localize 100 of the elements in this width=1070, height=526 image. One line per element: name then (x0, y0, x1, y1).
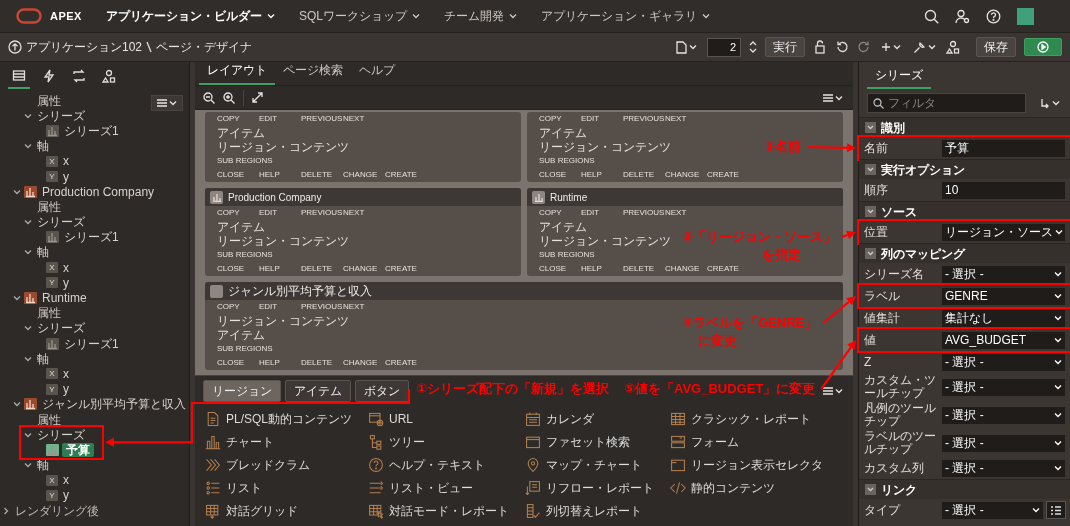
tree-item[interactable]: x (61, 154, 71, 169)
chevron-down-icon[interactable] (24, 142, 32, 151)
expand-icon[interactable] (252, 92, 263, 103)
collapse-toggle[interactable] (865, 484, 876, 495)
gallery-item[interactable]: ファセット検索 (546, 433, 630, 451)
page-button[interactable] (674, 38, 699, 56)
tree-item[interactable]: 属性 (35, 93, 63, 108)
tab[interactable]: ボタン (355, 380, 409, 402)
logo-icon[interactable] (16, 8, 42, 24)
tree-item[interactable]: シリーズ (35, 215, 87, 230)
select-field[interactable]: - 選択 - (941, 264, 1066, 284)
zoom-out-icon[interactable] (203, 91, 215, 104)
collapse-toggle[interactable] (865, 122, 876, 133)
tree-item[interactable]: 軸 (35, 245, 51, 260)
tree-item[interactable]: 属性 (35, 199, 63, 214)
tab[interactable]: レイアウト (199, 57, 275, 85)
select-field[interactable]: - 選択 - (941, 405, 1066, 425)
gallery-item[interactable]: クラシック・レポート (691, 410, 811, 428)
tree-item[interactable]: x (61, 366, 71, 381)
tree-item[interactable]: シリーズ1 (62, 123, 121, 138)
gallery-item[interactable]: 静的コンテンツ (691, 479, 775, 497)
tree-item[interactable]: シリーズ1 (62, 336, 121, 351)
gallery-item[interactable]: リスト (226, 479, 262, 497)
save-button[interactable]: 保存 (976, 37, 1016, 57)
select-field[interactable]: - 選択 - (941, 433, 1066, 453)
text-field[interactable]: 予算 (941, 138, 1066, 158)
up-arrow-icon[interactable] (8, 40, 22, 54)
tree-item[interactable]: x (61, 473, 71, 488)
gallery-item[interactable]: ツリー (389, 433, 425, 451)
tree-item[interactable]: 属性 (35, 412, 63, 427)
tab[interactable]: リージョン (203, 380, 281, 402)
gallery-item[interactable]: PL/SQL動的コンテンツ (226, 410, 353, 428)
tree-item[interactable]: x (61, 260, 71, 275)
list-button[interactable] (1046, 501, 1066, 519)
chevron-down-icon[interactable] (13, 294, 21, 303)
gallery-item[interactable]: リージョン表示セレクタ (691, 456, 823, 474)
menu-item[interactable]: アプリケーション・ギャラリ (541, 7, 710, 25)
select-field[interactable]: - 選択 - (941, 500, 1044, 520)
tab[interactable]: シリーズ (867, 62, 931, 89)
tree-item[interactable]: ジャンル別平均予算と収入 (40, 397, 188, 412)
chevron-down-icon[interactable] (24, 461, 32, 470)
menu-item[interactable]: SQLワークショップ (298, 7, 420, 25)
select-field[interactable]: - 選択 - (941, 377, 1066, 397)
tree-item[interactable]: 軸 (35, 351, 51, 366)
tree-item[interactable]: シリーズ (35, 321, 87, 336)
tree-item[interactable]: Runtime (40, 291, 89, 306)
tab[interactable]: アイテム (285, 380, 351, 402)
gallery-item[interactable]: 対話グリッド (226, 502, 298, 520)
tree-item[interactable]: レンダリング後 (13, 503, 101, 518)
help-icon[interactable] (986, 8, 1001, 24)
add-button[interactable] (879, 40, 903, 54)
tree-item[interactable]: シリーズ (35, 108, 87, 123)
zoom-in-icon[interactable] (223, 91, 235, 104)
tree-item[interactable]: 予算 (62, 442, 94, 457)
run-page-button[interactable] (1024, 38, 1062, 56)
gallery-item[interactable]: フォーム (691, 433, 739, 451)
tree-item[interactable]: 軸 (35, 139, 51, 154)
gallery-item[interactable]: ヘルプ・テキスト (389, 456, 485, 474)
page-number-field[interactable]: 2 (707, 37, 741, 57)
chevron-down-icon[interactable] (13, 400, 21, 409)
view-menu-button[interactable] (821, 91, 845, 104)
undo-icon[interactable] (835, 40, 849, 54)
spinner-icon[interactable] (749, 39, 757, 55)
tree-item[interactable]: 軸 (35, 458, 51, 473)
tree-item[interactable]: 属性 (35, 306, 63, 321)
tree-item[interactable]: y (61, 275, 71, 290)
gallery-item[interactable]: リスト・ビュー (389, 479, 473, 497)
tree-item[interactable]: y (61, 382, 71, 397)
chevron-down-icon[interactable] (24, 248, 32, 257)
shapes-icon[interactable] (946, 40, 960, 54)
select-field[interactable]: リージョン・ソース (941, 222, 1066, 242)
select-field[interactable]: AVG_BUDGET (941, 330, 1066, 350)
collapse-toggle[interactable] (865, 206, 876, 217)
gallery-item[interactable]: リフロー・レポート (546, 479, 654, 497)
view-menu-button[interactable] (151, 95, 183, 111)
menu-item[interactable]: チーム開発 (444, 7, 517, 25)
tree-item[interactable]: y (61, 488, 71, 503)
gallery-item[interactable]: URL (389, 410, 414, 428)
run-button[interactable]: 実行 (765, 37, 805, 57)
gallery-item[interactable]: カレンダ (546, 410, 594, 428)
menu-item[interactable]: アプリケーション・ビルダー (105, 7, 275, 25)
view-menu-button[interactable] (821, 385, 845, 397)
chevron-down-icon[interactable] (24, 324, 32, 333)
collapse-toggle[interactable] (865, 248, 876, 259)
user-settings-icon[interactable] (955, 8, 970, 24)
region-card[interactable]: COPY EDIT PREVIOUSNEXT アイテム リージョン・コンテンツ SUB REGIONS CLOSE HELP DELETE CHANGE CREATE (205, 112, 521, 182)
chevron-down-icon[interactable] (24, 111, 32, 120)
chevron-down-icon[interactable] (24, 430, 32, 439)
tab[interactable]: ヘルプ (351, 57, 403, 85)
gallery-item[interactable]: チャート (226, 433, 274, 451)
gallery-item[interactable]: 対話モード・レポート (389, 502, 509, 520)
tree-item[interactable]: Production Company (40, 184, 157, 199)
tab[interactable]: ページ検索 (275, 57, 351, 85)
chevron-down-icon[interactable] (24, 218, 32, 227)
gallery-item[interactable]: ブレッドクラム (226, 456, 310, 474)
avatar[interactable] (1017, 7, 1034, 25)
region-card[interactable]: Production Company COPY EDIT PREVIOUSNEXT アイテム リージョン・コンテンツ SUB REGIONS CLOSE HELP DELETE CHANGE CREATE (205, 188, 521, 276)
gallery-item[interactable]: マップ・チャート (546, 456, 642, 474)
tree-item[interactable]: シリーズ1 (62, 230, 121, 245)
breadcrumb-link[interactable]: ページ・デザイナ (156, 38, 253, 56)
